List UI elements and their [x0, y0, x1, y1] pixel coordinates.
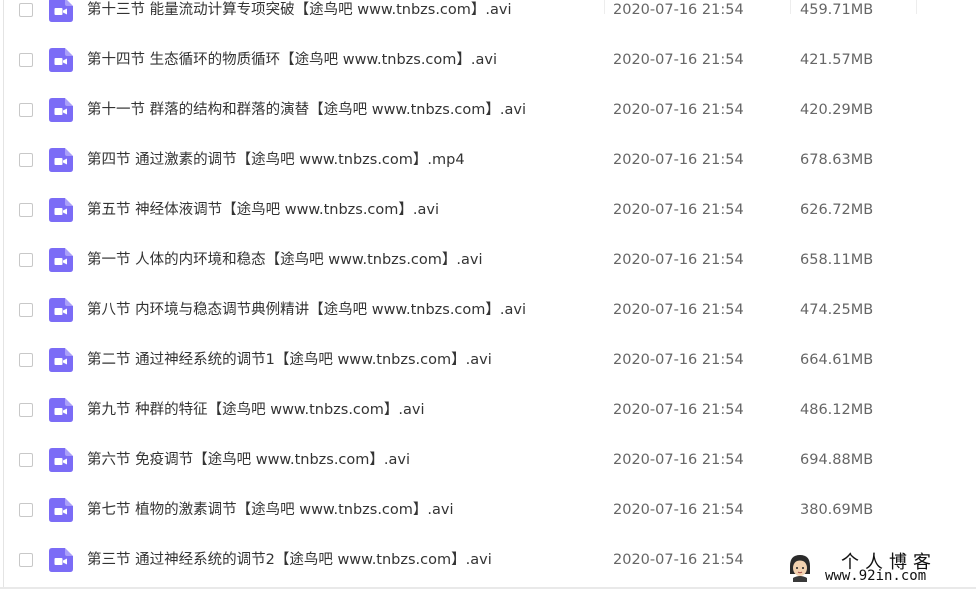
- file-size: 664.61MB: [800, 352, 874, 368]
- row-checkbox[interactable]: [19, 303, 33, 317]
- file-row[interactable]: 第二节 通过神经系统的调节1【途鸟吧 www.tnbzs.com】.avi 202…: [0, 336, 976, 386]
- row-checkbox[interactable]: [19, 3, 33, 17]
- file-name[interactable]: 第十三节 能量流动计算专项突破【途鸟吧 www.tnbzs.com】.avi: [87, 1, 512, 19]
- video-file-icon: [49, 0, 73, 22]
- file-modified-date: 2020-07-16 21:54: [613, 252, 744, 268]
- row-checkbox[interactable]: [19, 153, 33, 167]
- file-size: 678.63MB: [800, 152, 874, 168]
- video-file-icon: [49, 248, 73, 272]
- row-checkbox[interactable]: [19, 553, 33, 567]
- file-name[interactable]: 第十一节 群落的结构和群落的演替【途鸟吧 www.tnbzs.com】.avi: [87, 101, 526, 119]
- file-row[interactable]: 第七节 植物的激素调节【途鸟吧 www.tnbzs.com】.avi 2020-0…: [0, 486, 976, 536]
- file-row[interactable]: 第六节 免疫调节【途鸟吧 www.tnbzs.com】.avi 2020-07-1…: [0, 436, 976, 486]
- file-size: 694.88MB: [800, 452, 874, 468]
- file-name[interactable]: 第四节 通过激素的调节【途鸟吧 www.tnbzs.com】.mp4: [87, 151, 465, 169]
- file-modified-date: 2020-07-16 21:54: [613, 552, 744, 568]
- row-checkbox[interactable]: [19, 503, 33, 517]
- file-name[interactable]: 第八节 内环境与稳态调节典例精讲【途鸟吧 www.tnbzs.com】.avi: [87, 301, 526, 319]
- avatar-icon: [790, 555, 810, 582]
- video-file-icon: [49, 198, 73, 222]
- video-file-icon: [49, 398, 73, 422]
- file-row[interactable]: 第九节 种群的特征【途鸟吧 www.tnbzs.com】.avi 2020-07-…: [0, 386, 976, 436]
- file-name[interactable]: 第六节 免疫调节【途鸟吧 www.tnbzs.com】.avi: [87, 451, 410, 469]
- file-name[interactable]: 第一节 人体的内环境和稳态【途鸟吧 www.tnbzs.com】.avi: [87, 251, 483, 269]
- file-list: 第十三节 能量流动计算专项突破【途鸟吧 www.tnbzs.com】.avi 20…: [0, 0, 976, 586]
- video-file-icon: [49, 148, 73, 172]
- row-checkbox[interactable]: [19, 353, 33, 367]
- file-row[interactable]: 第八节 内环境与稳态调节典例精讲【途鸟吧 www.tnbzs.com】.avi 2…: [0, 286, 976, 336]
- file-name[interactable]: 第二节 通过神经系统的调节1【途鸟吧 www.tnbzs.com】.avi: [87, 351, 492, 369]
- file-modified-date: 2020-07-16 21:54: [613, 402, 744, 418]
- file-row[interactable]: 第四节 通过激素的调节【途鸟吧 www.tnbzs.com】.mp4 2020-0…: [0, 136, 976, 186]
- file-size: 486.12MB: [800, 402, 874, 418]
- file-name[interactable]: 第十四节 生态循环的物质循环【途鸟吧 www.tnbzs.com】.avi: [87, 51, 497, 69]
- video-file-icon: [49, 298, 73, 322]
- row-checkbox[interactable]: [19, 53, 33, 67]
- file-row[interactable]: 第十四节 生态循环的物质循环【途鸟吧 www.tnbzs.com】.avi 202…: [0, 36, 976, 86]
- row-checkbox[interactable]: [19, 103, 33, 117]
- file-size: 380.69MB: [800, 502, 874, 518]
- video-file-icon: [49, 348, 73, 372]
- file-name[interactable]: 第九节 种群的特征【途鸟吧 www.tnbzs.com】.avi: [87, 401, 425, 419]
- file-name[interactable]: 第五节 神经体液调节【途鸟吧 www.tnbzs.com】.avi: [87, 201, 439, 219]
- file-modified-date: 2020-07-16 21:54: [613, 2, 744, 18]
- file-size: 421.57MB: [800, 52, 874, 68]
- video-file-icon: [49, 548, 73, 572]
- file-modified-date: 2020-07-16 21:54: [613, 452, 744, 468]
- row-checkbox[interactable]: [19, 453, 33, 467]
- file-modified-date: 2020-07-16 21:54: [613, 502, 744, 518]
- file-size: 626.72MB: [800, 202, 874, 218]
- video-file-icon: [49, 448, 73, 472]
- file-name[interactable]: 第七节 植物的激素调节【途鸟吧 www.tnbzs.com】.avi: [87, 501, 454, 519]
- row-checkbox[interactable]: [19, 403, 33, 417]
- file-modified-date: 2020-07-16 21:54: [613, 202, 744, 218]
- file-size: 658.11MB: [800, 252, 874, 268]
- file-size: 459.71MB: [800, 2, 874, 18]
- file-modified-date: 2020-07-16 21:54: [613, 152, 744, 168]
- file-modified-date: 2020-07-16 21:54: [613, 102, 744, 118]
- video-file-icon: [49, 498, 73, 522]
- file-row[interactable]: 第十三节 能量流动计算专项突破【途鸟吧 www.tnbzs.com】.avi 20…: [0, 0, 976, 36]
- video-file-icon: [49, 48, 73, 72]
- blog-watermark: 个人博客 www.92in.com: [783, 548, 973, 586]
- file-row[interactable]: 第十一节 群落的结构和群落的演替【途鸟吧 www.tnbzs.com】.avi 2…: [0, 86, 976, 136]
- file-size: 420.29MB: [800, 102, 874, 118]
- row-checkbox[interactable]: [19, 253, 33, 267]
- file-row[interactable]: 第五节 神经体液调节【途鸟吧 www.tnbzs.com】.avi 2020-07…: [0, 186, 976, 236]
- watermark-url: www.92in.com: [825, 568, 927, 584]
- file-size: 474.25MB: [800, 302, 874, 318]
- file-modified-date: 2020-07-16 21:54: [613, 352, 744, 368]
- file-name[interactable]: 第三节 通过神经系统的调节2【途鸟吧 www.tnbzs.com】.avi: [87, 551, 492, 569]
- video-file-icon: [49, 98, 73, 122]
- file-row[interactable]: 第一节 人体的内环境和稳态【途鸟吧 www.tnbzs.com】.avi 2020…: [0, 236, 976, 286]
- row-checkbox[interactable]: [19, 203, 33, 217]
- file-list-window: 第十三节 能量流动计算专项突破【途鸟吧 www.tnbzs.com】.avi 20…: [0, 0, 976, 589]
- file-modified-date: 2020-07-16 21:54: [613, 52, 744, 68]
- file-modified-date: 2020-07-16 21:54: [613, 302, 744, 318]
